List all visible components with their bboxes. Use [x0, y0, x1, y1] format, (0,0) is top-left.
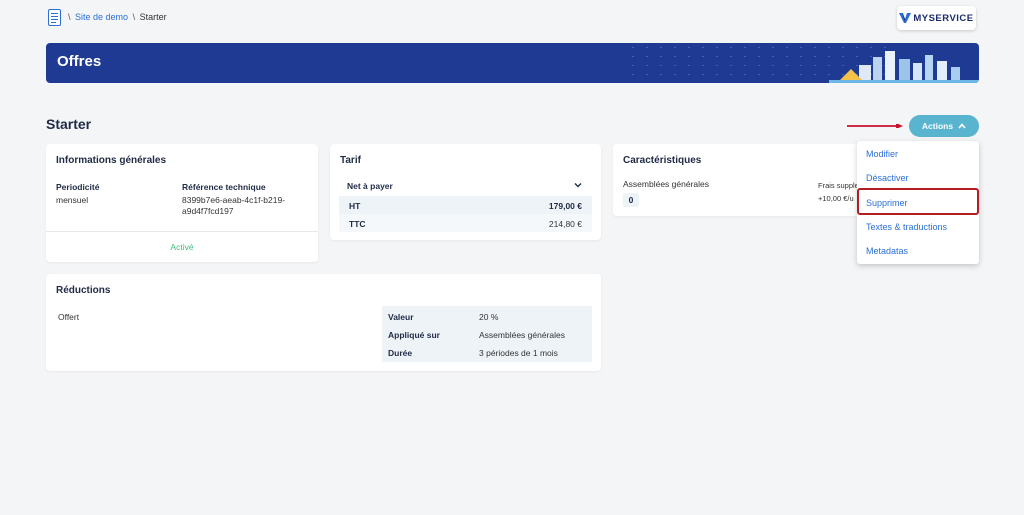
reduction-row-label: Appliqué sur [388, 330, 440, 340]
periodicity-label: Periodicité [56, 182, 100, 192]
characteristics-title: Caractéristiques [623, 155, 702, 166]
table-row: Valeur 20 % [382, 307, 592, 325]
characteristic-value: 0 [623, 193, 639, 207]
tarif-row-label: HT [349, 201, 361, 211]
breadcrumb-separator: \ [132, 12, 136, 22]
tarif-row-value: 214,80 € [548, 219, 582, 229]
breadcrumb-site-link[interactable]: Site de demo [75, 12, 128, 22]
reduction-row-value: 20 % [479, 312, 499, 322]
banner-title: Offres [57, 53, 102, 70]
page-banner: Offres [46, 43, 979, 83]
document-icon[interactable] [48, 9, 61, 26]
myservice-logo[interactable]: MYSERVICE [897, 6, 976, 30]
myservice-logo-mark-icon [899, 13, 912, 23]
breadcrumb: \ Site de demo \ Starter [66, 12, 167, 22]
top-bar: \ Site de demo \ Starter MYSERVICE [0, 0, 1024, 40]
extra-fees-value: +10,00 €/u [818, 194, 854, 203]
chevron-down-icon [574, 183, 582, 188]
general-info-card: Informations générales Periodicité mensu… [46, 144, 318, 262]
extra-fees-label: Frais supple [818, 181, 859, 190]
tarif-row-value: 179,00 € [548, 201, 582, 211]
technical-reference-value-line2: a9d4f7fcd197 [182, 206, 234, 216]
technical-reference-value-line1: 8399b7e6-aeab-4c1f-b219- [182, 195, 286, 205]
table-row: Durée 3 périodes de 1 mois [382, 343, 592, 361]
actions-button-label: Actions [921, 121, 954, 131]
reduction-row-value: Assemblées générales [479, 330, 565, 340]
reduction-row-label: Durée [388, 348, 413, 358]
chevron-up-icon [958, 123, 966, 129]
breadcrumb-current: Starter [139, 12, 167, 22]
logo-text: MYSERVICE [913, 12, 974, 24]
menu-item-modifier[interactable]: Modifier [866, 149, 898, 159]
table-row: Appliqué sur Assemblées générales [382, 325, 592, 343]
divider [46, 231, 318, 232]
actions-button[interactable]: Actions [909, 115, 979, 137]
general-info-title: Informations générales [56, 155, 167, 166]
reductions-card: Réductions Offert Valeur 20 % Appliqué s… [46, 274, 601, 371]
tarif-table: HT 179,00 € TTC 214,80 € [339, 196, 592, 232]
reduction-details-table: Valeur 20 % Appliqué sur Assemblées géné… [382, 306, 592, 362]
menu-item-metadatas[interactable]: Metadatas [866, 246, 908, 256]
menu-item-textes-traductions[interactable]: Textes & traductions [866, 222, 947, 232]
table-row: TTC 214,80 € [339, 214, 592, 232]
annotation-arrow-icon [847, 124, 903, 128]
status-badge: Activé [170, 242, 194, 252]
table-row: HT 179,00 € [339, 196, 592, 214]
tarif-row-label: TTC [349, 219, 366, 229]
actions-dropdown-menu: Modifier Désactiver Supprimer Textes & t… [857, 141, 979, 264]
price-type-select[interactable]: Net à payer [339, 179, 592, 193]
reductions-title: Réductions [56, 285, 111, 296]
menu-item-desactiver[interactable]: Désactiver [866, 173, 909, 183]
reduction-name: Offert [58, 312, 80, 322]
price-type-selected: Net à payer [347, 181, 393, 191]
reduction-row-label: Valeur [388, 312, 414, 322]
tarif-title: Tarif [340, 155, 361, 166]
page-title: Starter [46, 116, 92, 132]
periodicity-value: mensuel [56, 195, 89, 205]
highlight-box [857, 188, 979, 215]
reduction-row-value: 3 périodes de 1 mois [479, 348, 558, 358]
technical-reference-label: Référence technique [182, 182, 266, 192]
tarif-card: Tarif Net à payer HT 179,00 € TTC 214,80… [330, 144, 601, 240]
breadcrumb-separator: \ [68, 12, 71, 22]
city-illustration-icon [829, 51, 979, 83]
characteristic-label: Assemblées générales [623, 179, 709, 189]
